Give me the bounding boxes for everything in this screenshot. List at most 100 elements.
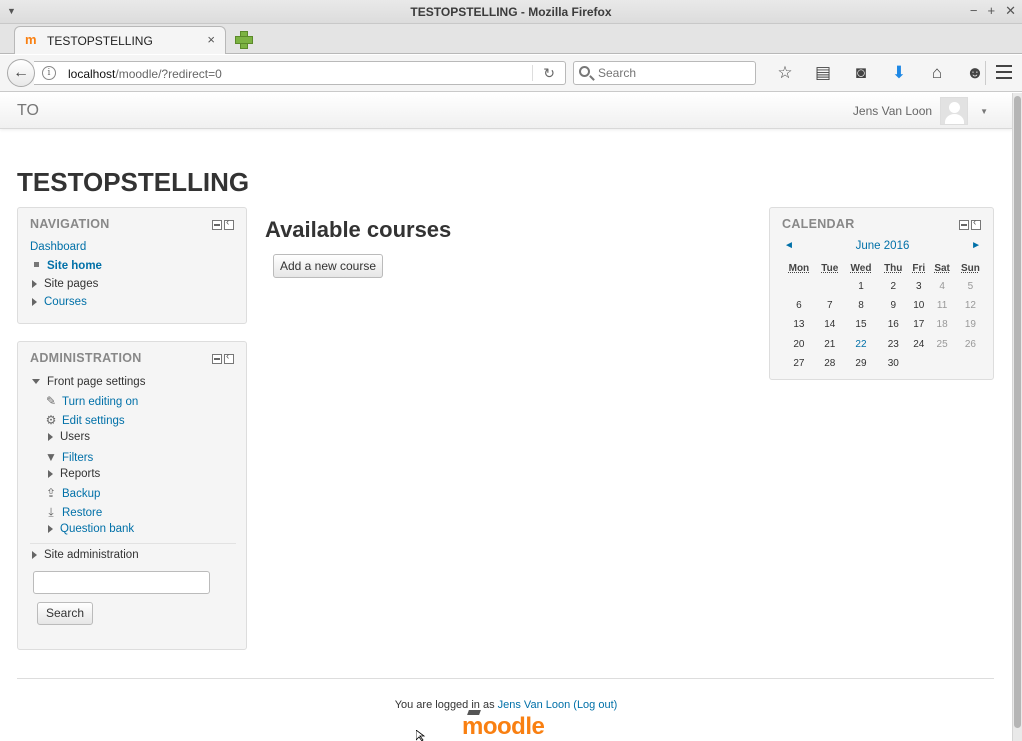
calendar-day[interactable]: 3: [908, 277, 929, 296]
calendar-day[interactable]: 16: [878, 315, 908, 334]
calendar-day[interactable]: 30: [878, 354, 908, 373]
reload-icon[interactable]: ↻: [543, 65, 555, 82]
calendar-day[interactable]: 25: [929, 335, 955, 354]
site-pages-label[interactable]: Site pages: [44, 278, 98, 290]
tab-testopstelling[interactable]: m TESTOPSTELLING ×: [14, 26, 226, 54]
calendar-day[interactable]: 12: [955, 296, 986, 315]
calendar-day[interactable]: 18: [929, 315, 955, 334]
calendar-day[interactable]: 2: [878, 277, 908, 296]
admin-question-bank[interactable]: Question bank: [48, 523, 134, 535]
calendar-day[interactable]: 4: [929, 277, 955, 296]
calendar-day[interactable]: 19: [955, 315, 986, 334]
download-icon[interactable]: ⬇: [880, 63, 918, 83]
caret-down-icon[interactable]: ▼: [980, 107, 988, 116]
reports-label[interactable]: Reports: [60, 468, 100, 480]
expand-arrow-icon[interactable]: [48, 433, 53, 441]
calendar-day[interactable]: 17: [908, 315, 929, 334]
avatar[interactable]: [940, 97, 969, 125]
admin-users[interactable]: Users: [48, 431, 90, 443]
calendar-day[interactable]: 10: [908, 296, 929, 315]
calendar-day[interactable]: 26: [955, 335, 986, 354]
question-bank-link[interactable]: Question bank: [60, 523, 134, 535]
admin-filters[interactable]: ▼ Filters: [44, 450, 93, 464]
home-icon[interactable]: ⌂: [918, 63, 956, 83]
calendar-day[interactable]: 28: [816, 354, 844, 373]
footer-user-link[interactable]: Jens Van Loon: [498, 699, 571, 711]
calendar-day[interactable]: 22: [844, 335, 878, 354]
site-administration-label[interactable]: Site administration: [44, 549, 139, 561]
restore-link[interactable]: Restore: [62, 507, 102, 519]
nav-site-pages[interactable]: Site pages: [32, 278, 98, 290]
page-scrollbar[interactable]: [1012, 93, 1022, 741]
admin-site-administration[interactable]: Site administration: [32, 549, 139, 561]
minimize-block-icon[interactable]: [959, 220, 969, 230]
search-input[interactable]: [596, 64, 746, 82]
dock-block-icon[interactable]: [971, 217, 981, 230]
filters-link[interactable]: Filters: [62, 452, 93, 464]
dashboard-link[interactable]: Dashboard: [30, 241, 86, 253]
collapse-arrow-icon[interactable]: [32, 379, 40, 384]
calendar-day[interactable]: 21: [816, 335, 844, 354]
admin-restore[interactable]: ⤓ Restore: [44, 505, 102, 520]
calendar-day[interactable]: 13: [782, 315, 816, 334]
dock-block-icon[interactable]: [224, 351, 234, 364]
admin-front-page-settings[interactable]: Front page settings: [32, 376, 145, 388]
nav-courses[interactable]: Courses: [32, 296, 87, 308]
expand-arrow-icon[interactable]: [48, 525, 53, 533]
minimize-block-icon[interactable]: [212, 220, 222, 230]
admin-backup[interactable]: ⇪ Backup: [44, 486, 100, 500]
user-menu[interactable]: Jens Van Loon ▼: [853, 97, 988, 125]
admin-search-button[interactable]: Search: [37, 602, 93, 625]
calendar-month-link[interactable]: June 2016: [782, 240, 983, 252]
calendar-day[interactable]: 11: [929, 296, 955, 315]
calendar-day[interactable]: 24: [908, 335, 929, 354]
star-icon[interactable]: ☆: [766, 63, 804, 83]
calendar-day[interactable]: 14: [816, 315, 844, 334]
calendar-day[interactable]: 8: [844, 296, 878, 315]
user-name[interactable]: Jens Van Loon: [853, 104, 932, 118]
url-text[interactable]: localhost/moodle/?redirect=0: [68, 67, 222, 81]
site-brand-link[interactable]: TO: [17, 102, 39, 120]
expand-arrow-icon[interactable]: [48, 470, 53, 478]
calendar-day[interactable]: 1: [844, 277, 878, 296]
back-button[interactable]: ←: [7, 59, 35, 87]
close-window-icon[interactable]: ✕: [1005, 3, 1016, 19]
expand-arrow-icon[interactable]: [32, 551, 37, 559]
moodle-logo[interactable]: moodle: [462, 710, 545, 741]
tab-close-icon[interactable]: ×: [207, 32, 215, 47]
turn-editing-on-link[interactable]: Turn editing on: [62, 396, 138, 408]
admin-search-input[interactable]: [33, 571, 210, 594]
expand-arrow-icon[interactable]: [32, 298, 37, 306]
courses-link[interactable]: Courses: [44, 296, 87, 308]
calendar-day[interactable]: 15: [844, 315, 878, 334]
calendar-day[interactable]: 9: [878, 296, 908, 315]
calendar-day[interactable]: 27: [782, 354, 816, 373]
site-info-icon[interactable]: i: [42, 66, 56, 80]
next-month-icon[interactable]: ►: [971, 240, 981, 251]
calendar-day[interactable]: 29: [844, 354, 878, 373]
add-new-course-button[interactable]: Add a new course: [273, 254, 383, 278]
site-home-link[interactable]: Site home: [47, 260, 102, 272]
minimize-icon[interactable]: −: [970, 3, 978, 19]
logout-link[interactable]: (Log out): [573, 699, 617, 711]
reading-list-icon[interactable]: ▤: [804, 63, 842, 83]
pocket-icon[interactable]: ◙: [842, 63, 880, 83]
admin-turn-editing-on[interactable]: ✎ Turn editing on: [44, 394, 138, 408]
calendar-day[interactable]: 20: [782, 335, 816, 354]
scrollbar-thumb[interactable]: [1014, 96, 1021, 728]
new-tab-plus-icon[interactable]: [234, 30, 253, 49]
dock-block-icon[interactable]: [224, 217, 234, 230]
maximize-icon[interactable]: +: [988, 3, 996, 19]
admin-edit-settings[interactable]: ⚙ Edit settings: [44, 413, 125, 427]
calendar-day[interactable]: 5: [955, 277, 986, 296]
nav-site-home[interactable]: Site home: [32, 260, 102, 272]
edit-settings-link[interactable]: Edit settings: [62, 415, 125, 427]
calendar-day[interactable]: 23: [878, 335, 908, 354]
nav-dashboard[interactable]: Dashboard: [30, 241, 86, 253]
url-bar[interactable]: i localhost/moodle/?redirect=0 ↻: [34, 61, 566, 85]
calendar-day[interactable]: 7: [816, 296, 844, 315]
hamburger-menu-icon[interactable]: [996, 65, 1012, 79]
expand-arrow-icon[interactable]: [32, 280, 37, 288]
smiley-icon[interactable]: ☻: [956, 63, 994, 83]
admin-reports[interactable]: Reports: [48, 468, 100, 480]
